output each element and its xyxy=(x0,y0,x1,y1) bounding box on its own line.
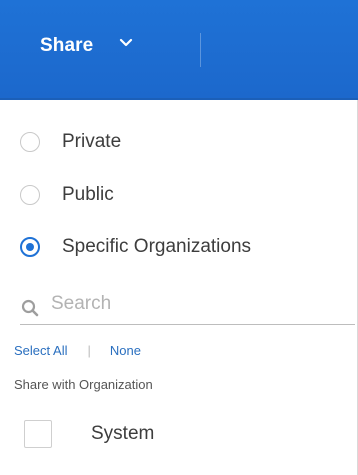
select-none-link[interactable]: None xyxy=(110,343,141,358)
radio-label-private: Private xyxy=(62,131,122,152)
selection-links: Select All | None xyxy=(14,343,141,358)
radio-option-private[interactable]: Private xyxy=(20,131,121,153)
radio-label-specific-organizations: Specific Organizations xyxy=(62,236,252,257)
radio-button-selected[interactable] xyxy=(20,237,40,257)
chevron-down-icon xyxy=(120,38,133,47)
radio-label-public: Public xyxy=(62,184,114,205)
share-label: Share xyxy=(40,35,94,56)
share-header: Share xyxy=(0,0,358,100)
search-icon xyxy=(21,299,39,316)
radio-button[interactable] xyxy=(20,132,40,152)
search-field xyxy=(20,283,355,325)
radio-button[interactable] xyxy=(20,185,40,205)
link-separator: | xyxy=(87,343,91,358)
share-dropdown-button[interactable]: Share xyxy=(40,35,133,57)
radio-option-public[interactable]: Public xyxy=(20,184,114,206)
header-divider xyxy=(200,33,201,67)
share-with-organization-heading: Share with Organization xyxy=(14,377,153,392)
share-panel: Share Private Public Specific Organizati… xyxy=(0,0,358,475)
organization-item-system[interactable]: System xyxy=(24,420,154,448)
select-all-link[interactable]: Select All xyxy=(14,343,67,358)
organization-label: System xyxy=(91,423,155,444)
radio-option-specific-organizations[interactable]: Specific Organizations xyxy=(20,236,251,258)
search-input[interactable] xyxy=(51,292,341,315)
organization-checkbox[interactable] xyxy=(24,420,52,448)
